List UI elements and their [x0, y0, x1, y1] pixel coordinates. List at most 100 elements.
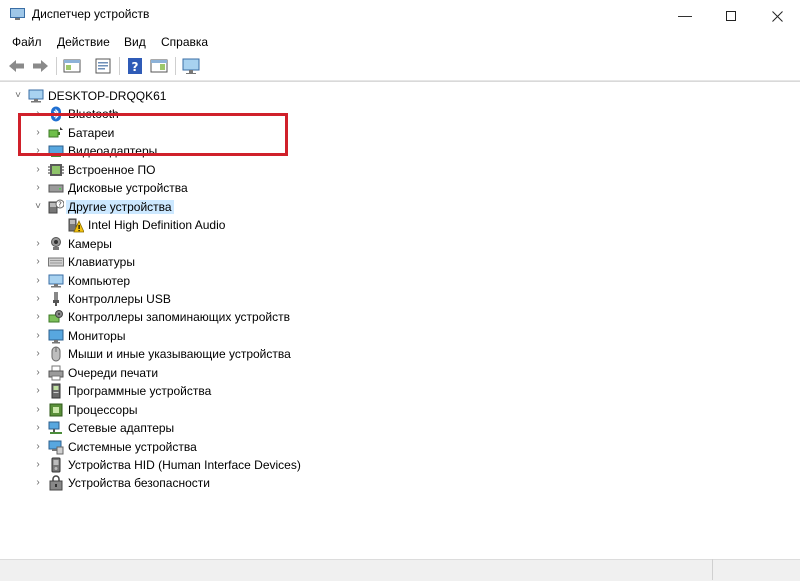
tree-item-label: Клавиатуры — [68, 255, 135, 270]
status-bar — [0, 559, 800, 581]
chevron-right-icon[interactable]: › — [33, 404, 43, 416]
tree-item-category[interactable]: › Компьютер — [0, 272, 760, 290]
title-bar: Диспетчер устройств — — [0, 0, 800, 30]
tree-item-label: Устройства безопасности — [68, 476, 210, 491]
device-manager-icon — [10, 8, 25, 20]
tree-item-label: Камеры — [68, 236, 112, 251]
tree-item-category[interactable]: › Программные устройства — [0, 382, 760, 400]
chevron-right-icon[interactable]: › — [33, 238, 43, 250]
tree-item-category[interactable]: › Встроенное ПО — [0, 161, 760, 179]
toolbar-separator — [119, 57, 120, 75]
tree-item-category[interactable]: › Камеры — [0, 235, 760, 253]
computer-icon — [28, 89, 44, 103]
tree-item-category[interactable]: › Мыши и иные указывающие устройства — [0, 345, 760, 363]
highlight-frame — [18, 113, 288, 156]
tree-item-label: Другие устройства — [66, 199, 174, 214]
chevron-right-icon[interactable]: › — [33, 422, 43, 434]
chevron-right-icon[interactable]: › — [33, 348, 43, 360]
minimize-button[interactable]: — — [662, 0, 708, 30]
tree-item-label: Intel High Definition Audio — [88, 218, 226, 233]
properties-icon[interactable] — [93, 57, 113, 75]
chevron-right-icon[interactable]: › — [33, 311, 43, 323]
window-title: Диспетчер устройств — [32, 7, 150, 21]
printer-icon — [48, 365, 64, 381]
chevron-right-icon[interactable]: › — [33, 275, 43, 287]
menu-help[interactable]: Справка — [161, 35, 208, 49]
tree-root-computer[interactable]: ˅ DESKTOP-DRQQK61 — [0, 87, 760, 105]
chevron-down-icon[interactable]: ˅ — [33, 201, 43, 213]
chevron-down-icon[interactable]: ˅ — [13, 90, 23, 102]
maximize-icon — [726, 11, 736, 22]
chevron-right-icon[interactable]: › — [33, 164, 43, 176]
tree-item-label: Системные устройства — [68, 439, 197, 454]
chevron-right-icon[interactable]: › — [33, 459, 43, 471]
tree-item-category[interactable]: › Клавиатуры — [0, 253, 760, 271]
tree-item-label: Устройства HID (Human Interface Devices) — [68, 458, 301, 472]
chevron-right-icon[interactable]: › — [33, 293, 43, 305]
tree-item-category[interactable]: › Процессоры — [0, 401, 760, 419]
chevron-right-icon[interactable]: › — [33, 367, 43, 379]
action-pane-icon[interactable] — [149, 57, 169, 75]
tree-item-label: Компьютер — [68, 273, 131, 288]
tree-item-category[interactable]: › Устройства безопасности — [0, 474, 760, 492]
chevron-right-icon[interactable]: › — [33, 385, 43, 397]
tree-item-category[interactable]: › Очереди печати — [0, 364, 760, 382]
warning-device-icon — [68, 218, 84, 233]
help-icon[interactable]: ? — [125, 57, 145, 75]
tree-item-label: DESKTOP-DRQQK61 — [48, 89, 167, 103]
close-button[interactable] — [754, 0, 800, 30]
tree-item-category[interactable]: › Системные устройства — [0, 438, 760, 456]
svg-text:?: ? — [58, 200, 62, 208]
menu-action[interactable]: Действие — [57, 35, 110, 49]
show-hide-console-tree-icon[interactable] — [62, 57, 82, 75]
tree-item-label: Контроллеры USB — [68, 291, 171, 306]
tree-item-label: Мониторы — [68, 328, 126, 343]
chevron-right-icon[interactable]: › — [33, 330, 43, 342]
tree-item-category[interactable]: › Сетевые адаптеры — [0, 419, 760, 437]
keyboard-icon — [48, 257, 64, 267]
chevron-right-icon[interactable]: › — [33, 256, 43, 268]
storage-controller-icon — [48, 310, 63, 323]
unknown-device-icon: ? — [48, 199, 64, 214]
svg-text:?: ? — [132, 60, 139, 74]
toolbar-separator — [175, 57, 176, 75]
status-bar-divider — [712, 559, 713, 580]
chevron-right-icon[interactable]: › — [33, 477, 43, 489]
tree-item-category[interactable]: › Контроллеры запоминающих устройств — [0, 308, 760, 326]
tree-item-label: Программные устройства — [68, 384, 212, 399]
tree-item-label: Процессоры — [68, 402, 138, 417]
tree-item-label: Мыши и иные указывающие устройства — [68, 347, 291, 362]
tree-item-category[interactable]: › Мониторы — [0, 327, 760, 345]
computer-icon — [48, 274, 64, 287]
camera-icon — [51, 236, 61, 250]
tree-item-label: Очереди печати — [68, 365, 159, 380]
tree-item-device[interactable]: Intel High Definition Audio — [0, 216, 760, 234]
menu-view[interactable]: Вид — [124, 35, 146, 49]
menu-bar: Файл Действие Вид Справка — [0, 31, 800, 53]
monitor-scan-icon[interactable] — [181, 57, 201, 75]
security-device-icon — [49, 475, 63, 491]
back-arrow-icon[interactable] — [7, 57, 27, 75]
network-adapter-icon — [48, 421, 62, 435]
close-icon — [771, 10, 783, 22]
menu-file[interactable]: Файл — [12, 35, 42, 49]
toolbar: ? — [0, 53, 800, 81]
chevron-right-icon[interactable]: › — [33, 182, 43, 194]
toolbar-separator — [56, 57, 57, 75]
hid-icon — [51, 457, 61, 473]
disk-drive-icon — [48, 184, 64, 193]
tree-item-label: Сетевые адаптеры — [68, 421, 175, 436]
tree-item-label: Контроллеры запоминающих устройств — [68, 310, 290, 325]
software-device-icon — [51, 383, 61, 399]
tree-item-category[interactable]: › Контроллеры USB — [0, 290, 760, 308]
processor-icon — [49, 403, 63, 417]
maximize-button[interactable] — [708, 0, 754, 30]
firmware-icon — [48, 163, 64, 176]
usb-icon — [53, 291, 59, 306]
monitor-icon — [48, 329, 64, 344]
tree-item-category[interactable]: ˅? Другие устройства — [0, 198, 760, 216]
forward-arrow-icon[interactable] — [30, 57, 50, 75]
tree-item-category[interactable]: › Устройства HID (Human Interface Devices… — [0, 456, 760, 474]
tree-item-category[interactable]: › Дисковые устройства — [0, 179, 760, 197]
chevron-right-icon[interactable]: › — [33, 441, 43, 453]
